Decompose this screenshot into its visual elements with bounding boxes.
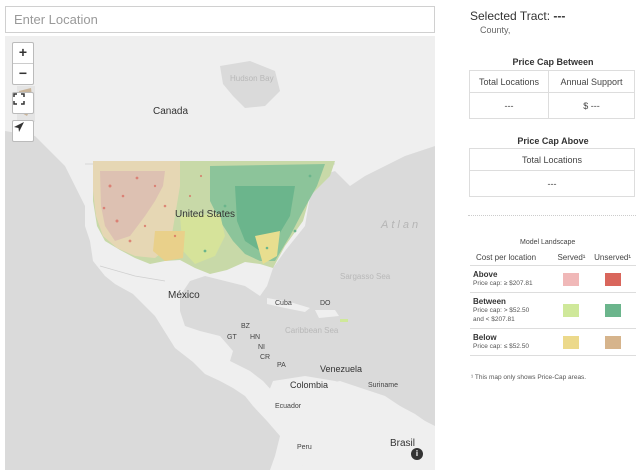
map-info-button[interactable]: i: [411, 448, 423, 460]
map-label-hn: HN: [250, 334, 261, 341]
basemap: [5, 36, 435, 470]
above-col-locations: Total Locations: [469, 148, 635, 171]
above-section-title: Price Cap Above: [517, 136, 589, 146]
map-label-ni: NI: [258, 344, 265, 351]
location-search-box[interactable]: [5, 6, 435, 33]
map-label-gt: GT: [227, 334, 237, 341]
map-label-atlantic: Atlan: [381, 219, 422, 231]
map-label-colombia: Colombia: [290, 380, 329, 390]
map-label-ecuador: Ecuador: [275, 403, 302, 410]
between-val-locations: ---: [469, 92, 549, 119]
fullscreen-button[interactable]: [12, 92, 34, 114]
legend-name: Above: [473, 270, 498, 279]
map-label-do: DO: [320, 300, 331, 307]
zoom-in-button[interactable]: +: [13, 43, 33, 63]
selected-tract: Selected Tract: ---: [470, 9, 565, 23]
between-section-title: Price Cap Between: [512, 57, 594, 67]
map-label-canada: Canada: [153, 106, 189, 117]
legend-footnote: ¹ This map only shows Price-Cap areas.: [471, 374, 587, 381]
swatch-below-served: [563, 335, 580, 349]
swatch-between-unserved: [604, 304, 621, 317]
map-label-peru: Peru: [297, 444, 312, 451]
county-name: County,: [480, 25, 511, 35]
map-label-suriname: Suriname: [368, 382, 398, 389]
map-label-cr: CR: [260, 354, 271, 361]
selected-tract-value: ---: [553, 9, 566, 23]
between-val-support: $ ---: [548, 92, 635, 119]
info-icon: i: [415, 449, 419, 458]
legend-sub: Price cap: ≥ $207.81: [473, 280, 533, 287]
between-col-locations: Total Locations: [469, 70, 549, 93]
map-label-sargasso: Sargasso Sea: [340, 272, 391, 281]
legend-col-unserved: Unserved¹: [589, 250, 636, 266]
above-val-locations: ---: [469, 170, 635, 197]
location-search-input[interactable]: [6, 7, 434, 32]
legend-name: Below: [473, 333, 497, 342]
info-sidebar: Selected Tract: --- County, Price Cap Be…: [440, 0, 640, 475]
map-label-cuba: Cuba: [275, 300, 292, 307]
map-label-caribbean: Caribbean Sea: [285, 326, 339, 335]
legend-row-below: Below Price cap: ≤ $52.50: [470, 328, 636, 356]
map-view[interactable]: + − Canada Hudson Bay United States Atla…: [5, 36, 435, 470]
legend-title: Model Landscape: [520, 239, 576, 246]
map-label-pa: PA: [277, 362, 286, 369]
legend-sub: Price cap: ≤ $52.50: [473, 343, 529, 350]
legend-sub2: and < $207.81: [473, 316, 515, 323]
map-label-bz: BZ: [241, 323, 250, 330]
swatch-above-served: [563, 272, 580, 286]
locate-me-button[interactable]: [12, 120, 34, 142]
zoom-control: + −: [12, 42, 34, 85]
map-label-mexico: México: [168, 290, 200, 301]
divider: [468, 215, 636, 216]
swatch-between-served: [563, 304, 580, 317]
legend-row-above: Above Price cap: ≥ $207.81: [470, 265, 636, 293]
swatch-above-unserved: [604, 272, 621, 286]
selected-tract-label: Selected Tract:: [470, 9, 551, 23]
zoom-out-button[interactable]: −: [13, 63, 33, 84]
between-table: Total Locations Annual Support --- $ ---: [469, 70, 635, 119]
swatch-below-unserved: [604, 335, 621, 349]
legend-sub: Price cap: > $52.50: [473, 307, 530, 314]
legend-row-between: Between Price cap: > $52.50 and < $207.8…: [470, 292, 636, 329]
map-label-venezuela: Venezuela: [320, 364, 363, 374]
legend-name: Between: [473, 297, 506, 306]
legend-col-cost: Cost per location: [470, 250, 554, 266]
legend-table: Cost per location Served¹ Unserved¹ Abov…: [470, 250, 636, 356]
above-table: Total Locations ---: [469, 148, 635, 197]
between-col-support: Annual Support: [548, 70, 635, 93]
legend-col-served: Served¹: [553, 250, 590, 266]
map-label-united-states: United States: [175, 209, 236, 220]
map-label-hudson: Hudson Bay: [230, 74, 274, 83]
